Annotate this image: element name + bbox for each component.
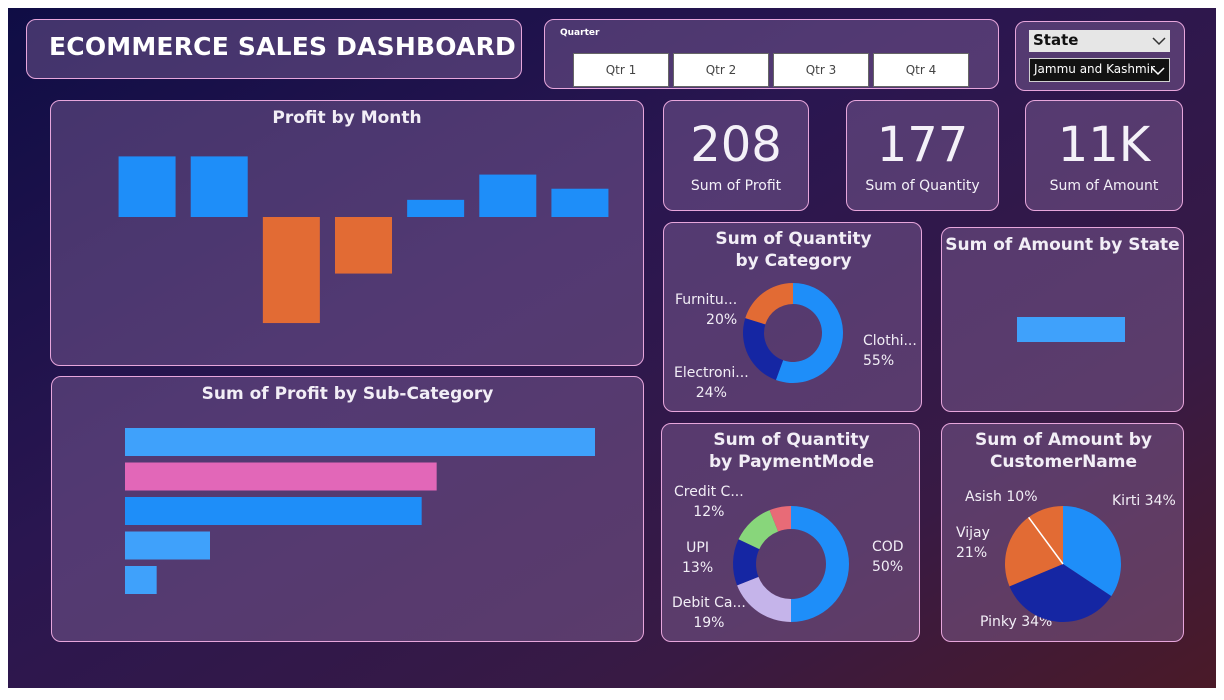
bar[interactable] — [551, 188, 609, 217]
bar[interactable] — [118, 156, 176, 217]
kpi-value: 11K — [1057, 117, 1151, 173]
profit-by-month-card: Profit by Month — [50, 100, 644, 366]
amount-by-state-plot — [1017, 317, 1125, 342]
amount-by-state-card: Sum of Amount by State — [941, 227, 1184, 412]
kpi-value: 177 — [876, 117, 969, 173]
title-card: ECOMMERCE SALES DASHBOARD — [26, 19, 522, 79]
bar[interactable] — [190, 156, 248, 217]
bar[interactable] — [125, 566, 157, 594]
state-dropdown[interactable]: Jammu and Kashmir — [1029, 58, 1170, 82]
paymentmode-donut — [733, 506, 849, 622]
profit-by-subcategory-plot — [125, 428, 595, 594]
kpi-value: 208 — [690, 117, 782, 173]
bar[interactable] — [125, 497, 422, 525]
amount-by-customer-card: Sum of Amount by CustomerName Kirti 34% … — [941, 423, 1184, 642]
quarter-slicer: Quarter Qtr 1 Qtr 2 Qtr 3 Qtr 4 — [544, 19, 999, 89]
slice[interactable] — [743, 318, 784, 380]
profit-by-subcategory-card: Sum of Profit by Sub-Category — [51, 376, 644, 642]
bar[interactable] — [125, 428, 595, 456]
quarter-option-qtr-3[interactable]: Qtr 3 — [773, 53, 869, 87]
quantity-by-category-card: Sum of Quantity by Category Clothi... 55%… — [663, 222, 922, 412]
state-slicer: State Jammu and Kashmir — [1015, 21, 1185, 91]
slice[interactable] — [745, 283, 793, 325]
quantity-by-paymentmode-card: Sum of Quantity by PaymentMode COD 50% De… — [661, 423, 920, 642]
kpi-card-quantity: 177 Sum of Quantity — [846, 100, 999, 211]
kpi-label: Sum of Profit — [690, 178, 782, 194]
kpi-label: Sum of Quantity — [865, 178, 980, 194]
slice[interactable] — [737, 576, 791, 622]
quarter-option-qtr-4[interactable]: Qtr 4 — [873, 53, 969, 87]
slice[interactable] — [791, 506, 849, 622]
state-dropdown-value: Jammu and Kashmir — [1034, 62, 1155, 76]
chevron-down-icon — [1151, 67, 1165, 76]
bar[interactable] — [407, 199, 465, 217]
page-title: ECOMMERCE SALES DASHBOARD — [49, 32, 516, 61]
bar[interactable] — [125, 462, 437, 491]
quarter-slicer-label: Quarter — [560, 28, 600, 38]
profit-by-month-plot — [118, 156, 609, 324]
kpi-card-profit: 208 Sum of Profit — [663, 100, 809, 211]
state-slicer-header[interactable]: State — [1029, 30, 1170, 52]
quarter-option-qtr-1[interactable]: Qtr 1 — [573, 53, 669, 87]
category-donut — [743, 283, 843, 383]
quarter-option-qtr-2[interactable]: Qtr 2 — [673, 53, 769, 87]
state-slicer-label: State — [1033, 31, 1079, 49]
chevron-down-icon — [1152, 37, 1166, 46]
bar[interactable] — [262, 217, 320, 324]
bar[interactable] — [1017, 317, 1125, 342]
bar[interactable] — [335, 217, 392, 274]
bar[interactable] — [125, 531, 210, 560]
kpi-card-amount: 11K Sum of Amount — [1025, 100, 1183, 211]
customer-pie — [1005, 506, 1121, 622]
kpi-label: Sum of Amount — [1049, 178, 1159, 194]
dashboard-canvas: ECOMMERCE SALES DASHBOARD Quarter Qtr 1 … — [8, 8, 1216, 688]
bar[interactable] — [479, 174, 537, 217]
